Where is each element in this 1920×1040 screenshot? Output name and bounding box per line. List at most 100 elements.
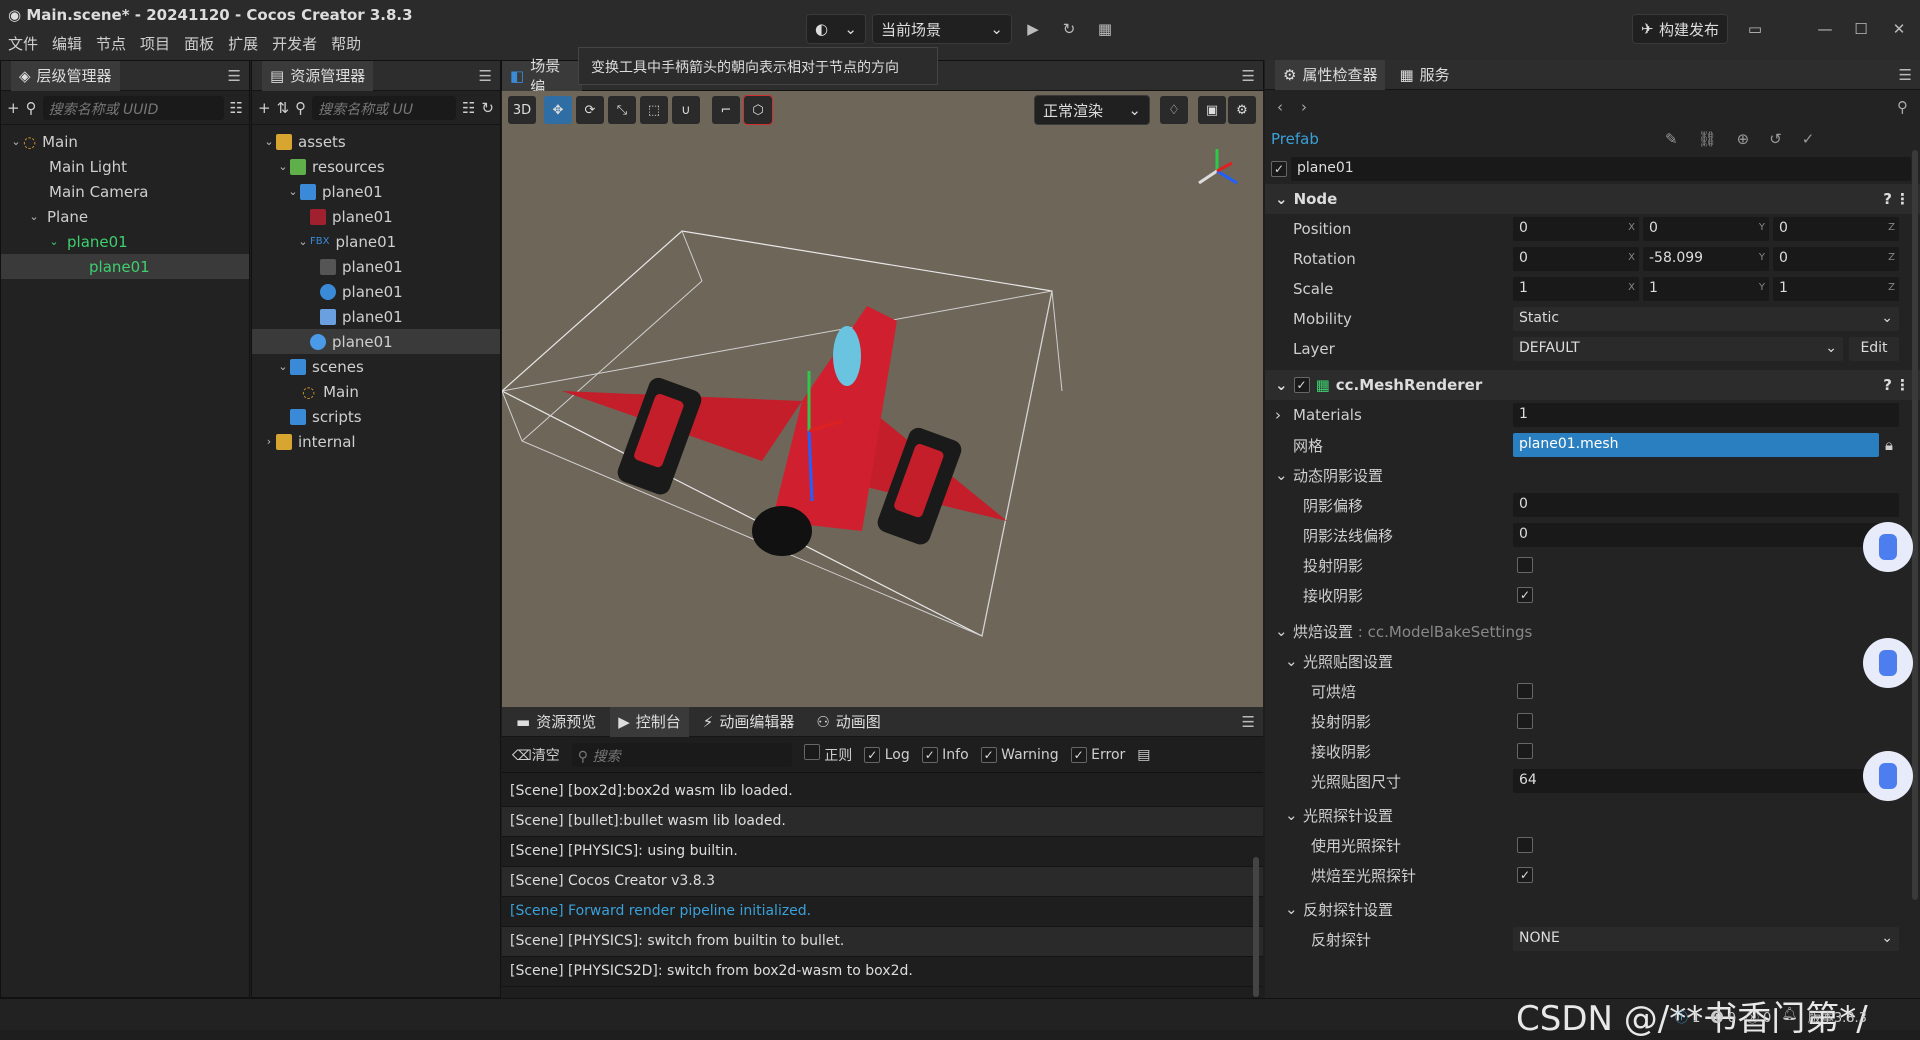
gear-icon[interactable]: ⚙ bbox=[1228, 96, 1256, 124]
edit-prefab-icon[interactable]: ✎ bbox=[1665, 130, 1678, 148]
reflection-probe-select[interactable]: NONE ⌄ bbox=[1513, 927, 1899, 951]
scale-tool-button[interactable]: ⤡ bbox=[608, 96, 636, 124]
filter-error[interactable]: ✓ Error bbox=[1070, 746, 1125, 763]
chevron-down-icon[interactable]: ⌄ bbox=[1285, 900, 1298, 918]
lightmap-size-input[interactable]: 64 bbox=[1513, 769, 1899, 793]
notification-icon[interactable]: 🔔︎ bbox=[1781, 1007, 1798, 1026]
menu-help[interactable]: 帮助 bbox=[331, 33, 361, 54]
inspector-scrollbar[interactable] bbox=[1912, 150, 1918, 900]
menu-icon[interactable]: ☰ bbox=[1242, 713, 1255, 731]
node-active-checkbox[interactable]: ✓ bbox=[1271, 161, 1287, 177]
position-z-input[interactable]: 0Z bbox=[1773, 217, 1899, 241]
menu-icon[interactable]: ☰ bbox=[1242, 67, 1255, 85]
menu-node[interactable]: 节点 bbox=[96, 33, 126, 54]
apply-icon[interactable]: ✓ bbox=[1802, 130, 1815, 148]
chevron-down-icon[interactable]: ⌄ bbox=[1275, 622, 1288, 640]
tab-inspector[interactable]: ⚙ 属性检查器 bbox=[1275, 59, 1386, 90]
axis-gizmo-icon[interactable] bbox=[1198, 149, 1238, 185]
cast-shadow-checkbox[interactable] bbox=[1517, 557, 1533, 573]
rect-tool-button[interactable]: ⬚ bbox=[640, 96, 668, 124]
asset-assets[interactable]: ⌄ assets bbox=[252, 129, 500, 154]
forward-arrow-icon[interactable]: › bbox=[1301, 98, 1307, 116]
filter-warning[interactable]: ✓ Warning bbox=[980, 746, 1059, 763]
menu-project[interactable]: 项目 bbox=[140, 33, 170, 54]
layer-edit-button[interactable]: Edit bbox=[1849, 337, 1899, 361]
tab-services[interactable]: ▦ 服务 bbox=[1391, 60, 1457, 90]
play-button[interactable]: ▶ bbox=[1018, 14, 1048, 44]
tab-animation-graph[interactable]: ⚇ 动画图 bbox=[808, 707, 888, 737]
menu-icon[interactable]: ☰ bbox=[228, 67, 241, 85]
filter-regex[interactable]: 正则 bbox=[803, 744, 852, 765]
refresh-button[interactable]: ↻ bbox=[1054, 14, 1084, 44]
asset-plane01-fbx[interactable]: ⌄ FBX plane01 bbox=[252, 229, 500, 254]
scene-viewport[interactable] bbox=[500, 91, 1263, 707]
asset-plane01-folder[interactable]: ⌄ plane01 bbox=[252, 179, 500, 204]
checkbox-error[interactable]: ✓ bbox=[1070, 746, 1087, 763]
position-x-input[interactable]: 0X bbox=[1513, 217, 1639, 241]
chevron-right-icon[interactable]: › bbox=[1275, 406, 1281, 424]
view-3d-button[interactable]: 3D bbox=[508, 96, 536, 124]
receive-shadow-checkbox[interactable]: ✓ bbox=[1517, 587, 1533, 603]
tree-node-plane01[interactable]: ⌄ plane01 bbox=[1, 229, 249, 254]
scale-x-input[interactable]: 1X bbox=[1513, 277, 1639, 301]
tab-hierarchy[interactable]: ◈ 层级管理器 bbox=[11, 60, 120, 91]
asset-scenes[interactable]: ⌄ scenes bbox=[252, 354, 500, 379]
tab-scene[interactable]: ◧ 场景编 bbox=[502, 57, 582, 96]
pin-icon[interactable]: ⚲ bbox=[1897, 98, 1908, 116]
mobility-select[interactable]: Static ⌄ bbox=[1513, 307, 1899, 331]
floating-assistant-icon[interactable] bbox=[1863, 751, 1913, 801]
revert-icon[interactable]: ↺ bbox=[1769, 130, 1782, 148]
lock-icon[interactable]: 🔒︎ bbox=[1885, 436, 1893, 454]
menu-developer[interactable]: 开发者 bbox=[272, 33, 317, 54]
render-mode-select[interactable]: 正常渲染 ⌄ bbox=[1034, 95, 1150, 125]
menu-file[interactable]: 文件 bbox=[8, 33, 38, 54]
add-icon[interactable]: + bbox=[7, 99, 20, 117]
refresh-icon[interactable]: ↻ bbox=[481, 99, 494, 117]
asset-plane01-prefab[interactable]: plane01 bbox=[252, 254, 500, 279]
scale-z-input[interactable]: 1Z bbox=[1773, 277, 1899, 301]
locate-icon[interactable]: ⊕ bbox=[1737, 130, 1750, 148]
checkbox-info[interactable]: ✓ bbox=[921, 746, 938, 763]
shadow-bias-input[interactable]: 0 bbox=[1513, 493, 1899, 517]
rotation-y-input[interactable]: -58.099 Y bbox=[1643, 247, 1769, 271]
tab-assets[interactable]: ▤ 资源管理器 bbox=[262, 60, 374, 91]
rotation-z-input[interactable]: 0Z bbox=[1773, 247, 1899, 271]
asset-main-scene[interactable]: ◌ Main bbox=[252, 379, 500, 404]
info-count[interactable]: ⓘ 1 bbox=[1675, 1007, 1700, 1026]
checkbox-regex[interactable] bbox=[803, 744, 820, 760]
use-light-probe-checkbox[interactable] bbox=[1517, 837, 1533, 853]
asset-plane01-mesh[interactable]: plane01 bbox=[252, 279, 500, 304]
close-button[interactable]: ✕ bbox=[1884, 14, 1914, 44]
asset-plane01-texture[interactable]: plane01 bbox=[252, 204, 500, 229]
back-arrow-icon[interactable]: ‹ bbox=[1277, 98, 1283, 116]
bakeable-checkbox[interactable] bbox=[1517, 683, 1533, 699]
help-icon[interactable]: ? bbox=[1883, 376, 1892, 394]
list-sort-icon[interactable]: ☷ bbox=[462, 99, 475, 117]
node-section-header[interactable]: ⌄ Node? ⋮ bbox=[1265, 184, 1920, 214]
chevron-down-icon[interactable]: ⌄ bbox=[1285, 806, 1298, 824]
checkbox-log[interactable]: ✓ bbox=[864, 746, 881, 763]
link-prefab-icon[interactable]: ⛓ bbox=[1698, 130, 1717, 148]
tree-node-main[interactable]: ⌄ ◌ Main bbox=[1, 129, 249, 154]
list-sort-icon[interactable]: ☷ bbox=[230, 99, 243, 117]
filter-log[interactable]: ✓ Log bbox=[864, 746, 910, 763]
console-search-input[interactable]: ⚲ 搜索 bbox=[571, 742, 792, 767]
clear-button[interactable]: ⌫清空 bbox=[512, 745, 560, 765]
qr-code-button[interactable]: ▦ bbox=[1090, 14, 1120, 44]
more-icon[interactable]: ⋮ bbox=[1895, 376, 1910, 394]
asset-internal[interactable]: › internal bbox=[252, 429, 500, 454]
error-count[interactable]: ⓧ 0 bbox=[1746, 1007, 1771, 1026]
lightmap-receive-shadow-checkbox[interactable] bbox=[1517, 743, 1533, 759]
tab-animation-editor[interactable]: ⚡ 动画编辑器 bbox=[695, 707, 803, 737]
node-name-input[interactable]: plane01 bbox=[1291, 157, 1911, 181]
assets-search-input[interactable]: 搜索名称或 UU bbox=[312, 95, 456, 120]
camera-icon[interactable]: ▣ bbox=[1198, 96, 1226, 124]
tree-node-main-camera[interactable]: Main Camera bbox=[1, 179, 249, 204]
menu-panel[interactable]: 面板 bbox=[184, 33, 214, 54]
chevron-down-icon[interactable]: ⌄ bbox=[1275, 466, 1288, 484]
local-global-button[interactable]: ⬡ bbox=[743, 95, 773, 125]
menu-extension[interactable]: 扩展 bbox=[228, 33, 258, 54]
tree-node-plane[interactable]: ⌄ Plane bbox=[1, 204, 249, 229]
help-icon[interactable]: ? bbox=[1883, 190, 1892, 208]
tree-node-plane01-selected[interactable]: plane01 bbox=[1, 254, 249, 279]
